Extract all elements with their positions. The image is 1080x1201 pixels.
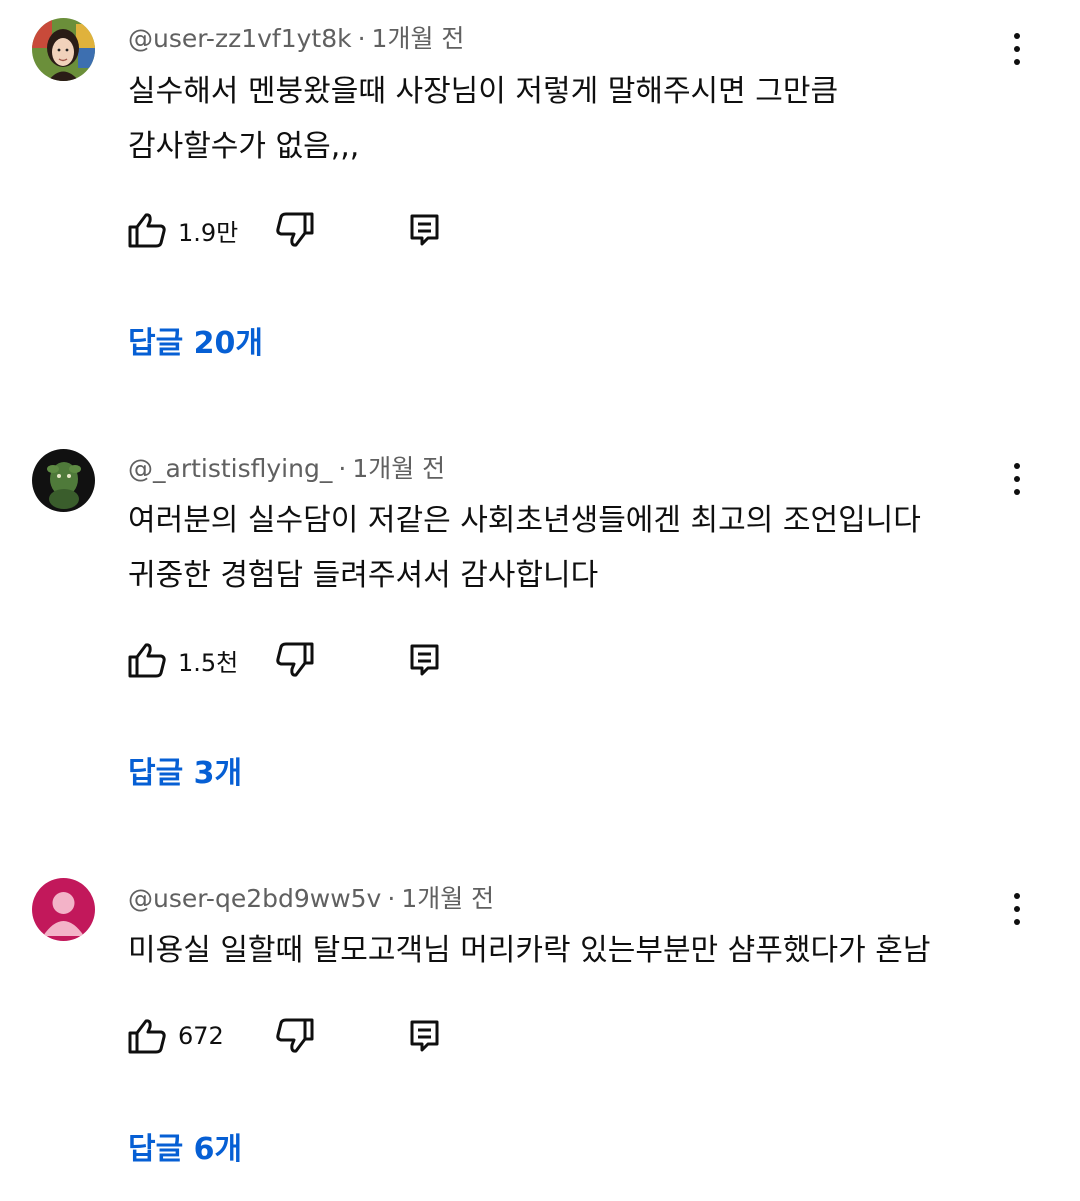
reply-button[interactable] [408,208,442,252]
view-replies-link[interactable]: 답글 3개 [128,754,242,794]
avatar[interactable] [32,878,95,941]
comment-actions: 1.5천 [126,638,456,682]
avatar[interactable] [32,18,95,81]
comment-actions: 1.9만 [126,208,456,252]
comment-text-line: 여러분의 실수담이 저같은 사회초년생들에겐 최고의 조언입니다 [128,503,921,538]
like-button[interactable]: 1.5천 [126,638,238,682]
thumbs-down-icon [276,642,314,677]
dislike-button[interactable] [274,638,316,682]
dislike-button[interactable] [274,208,316,252]
comment-meta: @_artistisflying_ · 1개월 전 [128,454,445,484]
reply-comment-icon [410,1020,439,1052]
reply-button[interactable] [408,1014,442,1058]
comment-text-line: 귀중한 경험담 들려주셔서 감사합니다 [128,558,599,593]
comment-meta: @user-zz1vf1yt8k · 1개월 전 [128,24,464,54]
reply-button[interactable] [408,638,442,682]
timestamp: 1개월 전 [401,884,495,913]
comment-text-line: 실수해서 멘붕왔을때 사장님이 저렇게 말해주시면 그만큼 [128,74,839,109]
timestamp: 1개월 전 [352,454,446,483]
thumbs-up-icon [128,1019,166,1054]
comment-text: 실수해서 멘붕왔을때 사장님이 저렇게 말해주시면 그만큼 감사할수가 없음,,… [128,64,1028,174]
avatar[interactable] [32,449,95,512]
like-button[interactable]: 672 [126,1014,224,1058]
reply-comment-icon [410,214,439,246]
thumbs-down-icon [276,212,314,247]
reply-comment-icon [410,644,439,676]
thumbs-up-icon [128,213,166,248]
thumbs-down-icon [276,1018,314,1053]
comment-text: 여러분의 실수담이 저같은 사회초년생들에겐 최고의 조언입니다 귀중한 경험담… [128,493,1028,603]
view-replies-link[interactable]: 답글 20개 [128,324,263,364]
comment-text: 미용실 일할때 탈모고객님 머리카락 있는부분만 샴푸했다가 혼남 [128,923,1028,978]
like-count: 1.9만 [178,218,239,247]
author-name[interactable]: @user-zz1vf1yt8k [128,24,352,53]
comment-actions: 672 [126,1014,456,1058]
meta-separator: · [338,454,347,483]
meta-separator: · [387,884,396,913]
comment-text-line: 감사할수가 없음,,, [128,129,360,164]
author-name[interactable]: @_artistisflying_ [128,454,332,483]
like-count: 672 [178,1022,224,1050]
author-name[interactable]: @user-qe2bd9ww5v [128,884,381,913]
view-replies-link[interactable]: 답글 6개 [128,1130,242,1170]
timestamp: 1개월 전 [371,24,465,53]
comment-text-line: 미용실 일할때 탈모고객님 머리카락 있는부분만 샴푸했다가 혼남 [128,933,931,968]
thumbs-up-icon [128,643,166,678]
like-button[interactable]: 1.9만 [126,208,238,252]
comment-meta: @user-qe2bd9ww5v · 1개월 전 [128,884,494,914]
meta-separator: · [357,24,366,53]
dislike-button[interactable] [274,1014,316,1058]
like-count: 1.5천 [178,648,239,677]
